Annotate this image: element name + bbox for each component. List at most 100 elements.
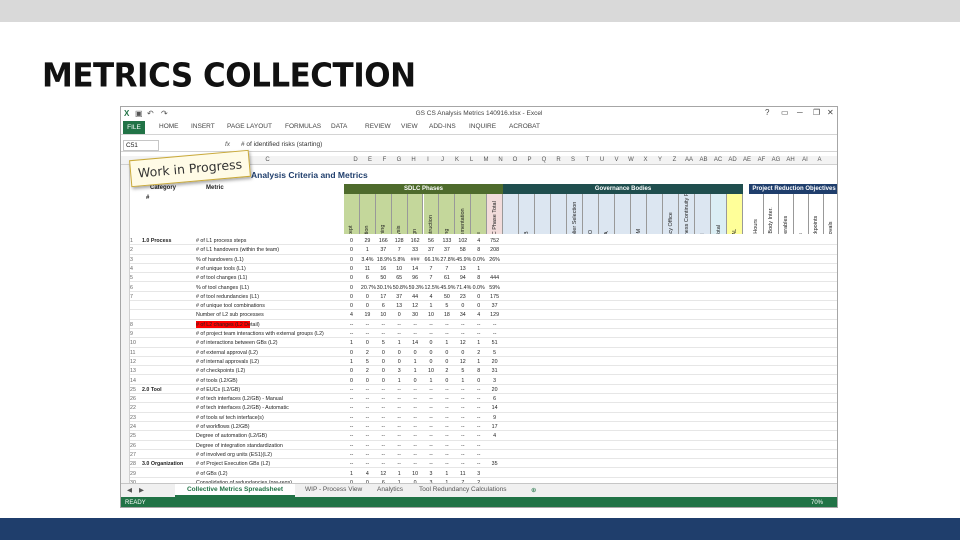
tab-page-layout[interactable]: PAGE LAYOUT <box>227 123 272 130</box>
value-cell: -- <box>445 405 449 412</box>
value-cell: 129 <box>490 312 500 319</box>
value-cell: 0 <box>477 377 481 384</box>
tab-file[interactable]: FILE <box>123 121 145 134</box>
column-header-h[interactable]: H <box>407 157 420 163</box>
fx-icon[interactable]: fx <box>225 141 230 148</box>
tab-acrobat[interactable]: ACROBAT <box>509 123 540 130</box>
column-header-d[interactable]: D <box>349 157 362 163</box>
column-header-y[interactable]: Y <box>654 157 667 163</box>
value-cell: 10 <box>428 312 434 319</box>
restore-icon[interactable]: ❐ <box>813 108 820 117</box>
sheet-tab-wip-process-view[interactable]: WIP - Process View <box>305 486 362 493</box>
value-cell: -- <box>413 331 417 337</box>
column-header-o[interactable]: O <box>509 157 522 163</box>
zoom-level[interactable]: 70% <box>811 497 823 507</box>
value-cell: 0 <box>381 368 385 375</box>
value-cell: -- <box>381 321 386 328</box>
column-header-e[interactable]: E <box>364 157 377 163</box>
sdlc-col-label: Initiation <box>364 208 370 235</box>
proj-col-3: Tools <box>794 194 809 234</box>
column-header-af[interactable]: AF <box>755 157 768 163</box>
slide-bottom-bar <box>0 518 960 540</box>
column-header-ae[interactable]: AE <box>741 157 754 163</box>
column-header-l[interactable]: L <box>465 157 478 163</box>
worksheet-grid[interactable]: Analysis Criteria and Metrics Category M… <box>130 165 837 490</box>
gov-col-label: ESAB <box>524 208 530 234</box>
value-cell: 1 <box>365 247 369 254</box>
column-header-q[interactable]: Q <box>538 157 551 163</box>
prev-sheet-icon[interactable]: ◀ <box>127 486 132 494</box>
tab-formulas[interactable]: FORMULAS <box>285 123 321 130</box>
column-header-ab[interactable]: AB <box>697 157 710 163</box>
value-cell: -- <box>365 405 370 412</box>
close-button[interactable]: ✕ <box>827 108 834 117</box>
column-header-i[interactable]: I <box>422 157 435 163</box>
row-headers <box>121 165 130 490</box>
tab-inquire[interactable]: INQUIRE <box>469 123 496 130</box>
column-header-p[interactable]: P <box>523 157 536 163</box>
column-header-aa[interactable]: AA <box>683 157 696 163</box>
value-cell: 9 <box>493 414 497 421</box>
gov-col-13: GB Total <box>711 194 727 234</box>
row-number: 3 <box>130 256 133 263</box>
sdlc-col-label: Design <box>412 208 418 234</box>
row-number: 26 <box>130 396 136 403</box>
value-cell: 59% <box>489 284 500 291</box>
tab-insert[interactable]: INSERT <box>191 123 215 130</box>
tab-view[interactable]: VIEW <box>401 123 418 130</box>
column-header-g[interactable]: G <box>393 157 406 163</box>
column-header-u[interactable]: U <box>596 157 609 163</box>
metric-cell: # of unique tool combinations <box>196 303 265 310</box>
column-header-ah[interactable]: AH <box>784 157 797 163</box>
column-header-m[interactable]: M <box>480 157 493 163</box>
column-header-n[interactable]: N <box>494 157 507 163</box>
sheet-tab-collective-metrics[interactable]: Collective Metrics Spreadsheet <box>175 484 295 497</box>
sheet-tab-tool-redundancy[interactable]: Tool Redundancy Calculations <box>419 486 506 493</box>
value-cell: -- <box>429 442 433 449</box>
value-cell: 10 <box>380 312 387 319</box>
column-header-a[interactable]: A <box>813 157 826 163</box>
metric-cell: % of tool changes (L1) <box>196 284 249 291</box>
value-cell: 0 <box>350 368 353 375</box>
value-cell: 0 <box>397 349 401 356</box>
column-header-t[interactable]: T <box>581 157 594 163</box>
column-header-ac[interactable]: AC <box>712 157 725 163</box>
column-header-s[interactable]: S <box>567 157 580 163</box>
column-header-r[interactable]: R <box>552 157 565 163</box>
column-header-ag[interactable]: AG <box>770 157 783 163</box>
table-row: 10 # of interactions between GBs (L2) 1 0 5 1… <box>130 339 837 348</box>
next-sheet-icon[interactable]: ▶ <box>139 486 144 494</box>
column-header-z[interactable]: Z <box>668 157 681 163</box>
column-header-w[interactable]: W <box>625 157 638 163</box>
name-box[interactable]: C51 <box>123 140 159 151</box>
column-header-v[interactable]: V <box>610 157 623 163</box>
sheet-tab-analytics[interactable]: Analytics <box>377 486 403 493</box>
value-cell: 6 <box>365 275 369 282</box>
metric-cell: # of L2 changes (L2 Detail) <box>196 321 260 328</box>
minimize-button[interactable]: ─ <box>797 108 803 117</box>
value-cell: -- <box>349 451 354 458</box>
column-header-ai[interactable]: AI <box>799 157 812 163</box>
help-button[interactable]: ? <box>765 108 769 117</box>
formula-input[interactable]: # of identified risks (starting) <box>241 141 322 148</box>
value-cell: 14 <box>491 405 498 412</box>
value-cell: 3 <box>477 470 481 477</box>
column-header-k[interactable]: K <box>451 157 464 163</box>
tab-home[interactable]: HOME <box>159 123 179 130</box>
column-header-x[interactable]: X <box>639 157 652 163</box>
tab-add-ins[interactable]: ADD-INS <box>429 123 456 130</box>
tab-data[interactable]: DATA <box>331 123 347 130</box>
column-header-ad[interactable]: AD <box>726 157 739 163</box>
column-header-c[interactable]: C <box>261 157 274 163</box>
governance-bodies-band: Governance Bodies <box>503 184 743 194</box>
ribbon-options-icon[interactable]: ▭ <box>781 108 789 117</box>
value-cell: -- <box>349 442 354 449</box>
add-sheet-icon[interactable]: ⊕ <box>531 486 536 494</box>
column-header-j[interactable]: J <box>436 157 449 163</box>
value-cell: -- <box>413 386 417 393</box>
column-header-f[interactable]: F <box>378 157 391 163</box>
table-row: 26 # of tech interfaces (L2/GB) - Manual -… <box>130 395 837 404</box>
value-cell: 8 <box>477 247 481 254</box>
gov-col-5: EPMO <box>583 194 599 234</box>
tab-review[interactable]: REVIEW <box>365 123 391 130</box>
